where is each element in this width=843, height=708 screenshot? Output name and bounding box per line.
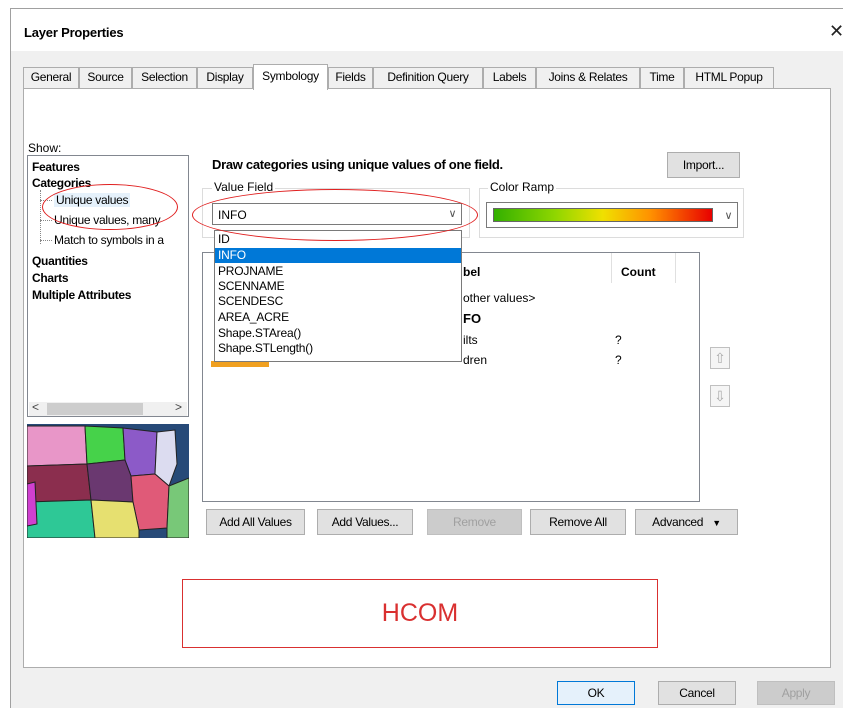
table-cell-count: ? (615, 353, 622, 367)
tab-strip: General Source Selection Display Symbolo… (23, 64, 831, 90)
color-ramp-swatch (493, 208, 713, 222)
title-bar: Layer Properties ✕ (11, 9, 843, 51)
dropdown-option-shape-stlength[interactable]: Shape.STLength() (215, 341, 461, 356)
hcom-watermark: HCOM (182, 579, 658, 648)
scroll-right-icon[interactable]: > (175, 400, 182, 414)
column-divider (611, 253, 612, 283)
table-row[interactable]: ilts (463, 333, 478, 347)
table-row[interactable]: FO (463, 311, 481, 326)
column-header-label[interactable]: bel (463, 265, 480, 279)
dropdown-option-projname[interactable]: PROJNAME (215, 264, 461, 279)
tree-item-charts[interactable]: Charts (32, 271, 69, 285)
draw-description: Draw categories using unique values of o… (212, 157, 503, 172)
scrollbar-thumb[interactable] (47, 403, 143, 415)
dropdown-option-scenname[interactable]: SCENNAME (215, 279, 461, 294)
tab-fields[interactable]: Fields (328, 67, 373, 89)
ok-button[interactable]: OK (557, 681, 635, 705)
tab-joins-relates[interactable]: Joins & Relates (536, 67, 640, 89)
tab-labels[interactable]: Labels (483, 67, 536, 89)
layer-properties-dialog: Layer Properties ✕ General Source Select… (10, 8, 843, 708)
tab-source[interactable]: Source (79, 67, 132, 89)
dropdown-arrow-icon: ▼ (712, 518, 721, 528)
dropdown-option-area-acre[interactable]: AREA_ACRE (215, 310, 461, 325)
tree-connector (40, 240, 52, 241)
show-label: Show: (28, 141, 62, 155)
advanced-button[interactable]: Advanced ▼ (635, 509, 738, 535)
tab-selection[interactable]: Selection (132, 67, 197, 89)
remove-button[interactable]: Remove (427, 509, 522, 535)
tab-html-popup[interactable]: HTML Popup (684, 67, 774, 89)
color-ramp-label: Color Ramp (488, 180, 557, 194)
tree-horizontal-scrollbar[interactable]: < > (29, 400, 187, 416)
scroll-left-icon[interactable]: < (32, 400, 39, 414)
annotation-ellipse-unique-values (42, 184, 178, 230)
tree-item-quantities[interactable]: Quantities (32, 254, 88, 268)
dialog-title: Layer Properties (24, 25, 124, 40)
cancel-button[interactable]: Cancel (658, 681, 736, 705)
tree-connector (40, 190, 41, 244)
remove-all-button[interactable]: Remove All (530, 509, 626, 535)
tree-item-features[interactable]: Features (32, 160, 80, 174)
tab-time[interactable]: Time (640, 67, 684, 89)
advanced-button-label: Advanced (652, 515, 704, 529)
import-button[interactable]: Import... (667, 152, 740, 178)
tree-item-multiple-attributes[interactable]: Multiple Attributes (32, 288, 131, 302)
move-down-icon[interactable]: ⇩ (710, 385, 730, 407)
color-ramp-combo[interactable]: ∨ (486, 202, 738, 228)
add-all-values-button[interactable]: Add All Values (206, 509, 305, 535)
close-icon[interactable]: ✕ (829, 21, 843, 42)
column-divider (675, 253, 676, 283)
column-header-count[interactable]: Count (621, 265, 656, 279)
tree-connector (40, 220, 52, 221)
preview-map-graphic (27, 424, 189, 538)
table-row[interactable]: other values> (463, 291, 535, 305)
add-values-button[interactable]: Add Values... (317, 509, 413, 535)
chevron-down-icon[interactable]: ∨ (720, 203, 737, 227)
annotation-ellipse-value-field (192, 189, 478, 241)
tree-item-match-to-symbols[interactable]: Match to symbols in a (54, 233, 164, 247)
tab-definition-query[interactable]: Definition Query (373, 67, 483, 89)
symbology-panel: Show: Features Categories Unique values … (23, 88, 831, 668)
dropdown-option-scendesc[interactable]: SCENDESC (215, 294, 461, 309)
symbology-preview-map (27, 424, 189, 538)
dropdown-option-info[interactable]: INFO (215, 248, 461, 263)
move-up-icon[interactable]: ⇧ (710, 347, 730, 369)
tab-display[interactable]: Display (197, 67, 253, 89)
value-field-dropdown-list[interactable]: ID INFO PROJNAME SCENNAME SCENDESC AREA_… (214, 230, 462, 362)
table-cell-count: ? (615, 333, 622, 347)
table-row[interactable]: dren (463, 353, 487, 367)
tab-general[interactable]: General (23, 67, 79, 89)
apply-button[interactable]: Apply (757, 681, 835, 705)
dropdown-option-shape-starea[interactable]: Shape.STArea() (215, 326, 461, 341)
tab-symbology[interactable]: Symbology (253, 64, 328, 90)
